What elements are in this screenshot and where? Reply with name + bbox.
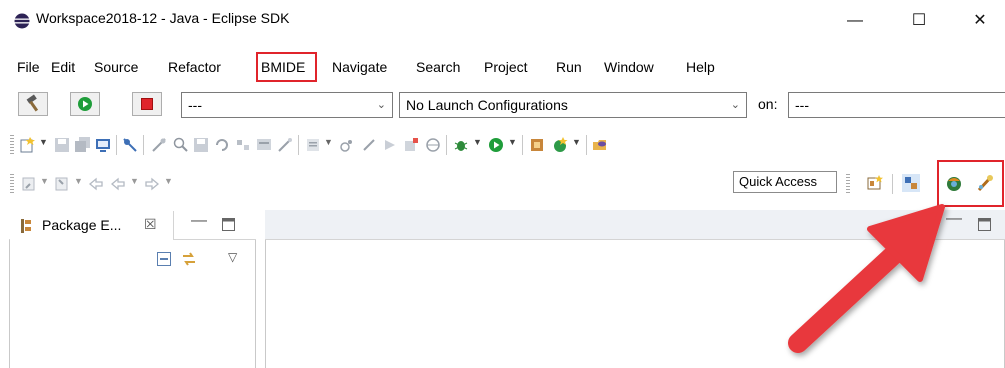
menu-refactor[interactable]: Refactor — [168, 54, 221, 80]
bmide-highlight-box — [256, 52, 317, 82]
console-icon[interactable] — [255, 136, 273, 154]
web-browser-icon[interactable] — [424, 136, 442, 154]
annotation-arrow — [788, 204, 945, 353]
menu-edit[interactable]: Edit — [51, 54, 75, 80]
view-menu-chevron-icon[interactable]: ▽ — [228, 250, 237, 264]
menu-window[interactable]: Window — [604, 54, 654, 80]
toolbar-grip — [10, 135, 14, 155]
debug-dropdown-chevron-icon[interactable]: ▼ — [473, 137, 482, 147]
launch-mode-combo[interactable]: --- ⌄ — [181, 92, 393, 118]
back-arrow-icon[interactable] — [109, 175, 127, 193]
package-explorer-icon — [21, 219, 31, 233]
forward-dropdown-chevron-icon[interactable]: ▼ — [164, 176, 173, 186]
toolbar-separator — [522, 135, 523, 155]
chevron-down-icon: ⌄ — [730, 99, 740, 111]
tools-icon[interactable] — [150, 136, 168, 154]
new-java-class-icon[interactable] — [551, 136, 569, 154]
maximize-view-icon[interactable] — [222, 218, 235, 231]
menu-search[interactable]: Search — [416, 54, 460, 80]
new-project-icon[interactable] — [528, 136, 546, 154]
minimize-button[interactable]: — — [832, 6, 878, 36]
prev-annotation-dropdown-chevron-icon[interactable]: ▼ — [74, 176, 83, 186]
previous-annotation-icon[interactable] — [53, 175, 71, 193]
launch-target-combo[interactable]: --- — [788, 92, 1005, 118]
package-explorer-title: Package E... — [42, 217, 122, 233]
maximize-button[interactable]: ☐ — [896, 6, 942, 36]
refresh-icon[interactable] — [213, 136, 231, 154]
hammer-icon — [26, 94, 39, 112]
skip-breakpoints-icon[interactable] — [121, 136, 139, 154]
menu-source[interactable]: Source — [94, 54, 138, 80]
next-edit-location-icon[interactable] — [20, 175, 38, 193]
debug-icon[interactable] — [452, 136, 470, 154]
launch-target-value: --- — [795, 97, 809, 113]
run-launch-button[interactable] — [70, 92, 100, 116]
next-edit-dropdown-chevron-icon[interactable]: ▼ — [40, 176, 49, 186]
save-icon[interactable] — [53, 136, 71, 154]
new-wizard-icon[interactable] — [19, 136, 37, 154]
toolbar-separator — [892, 174, 893, 194]
wand-icon[interactable] — [276, 136, 294, 154]
toolbar-separator — [116, 135, 117, 155]
annotation-icon[interactable] — [304, 136, 322, 154]
link-icon[interactable] — [338, 136, 356, 154]
run-dropdown-chevron-icon[interactable]: ▼ — [508, 137, 517, 147]
terminal-icon[interactable] — [94, 136, 112, 154]
launch-configuration-combo[interactable]: No Launch Configurations ⌄ — [399, 92, 747, 118]
launch-configuration-value: No Launch Configurations — [406, 97, 568, 113]
build-button[interactable] — [18, 92, 48, 116]
close-tab-icon[interactable]: ☒ — [144, 216, 157, 233]
save-all-icon[interactable] — [74, 136, 92, 154]
annotation-dropdown-chevron-icon[interactable]: ▼ — [324, 137, 333, 147]
toolbar-separator — [586, 135, 587, 155]
java-perspective-icon[interactable] — [902, 174, 920, 192]
main-toolbar: ▼ ▼ ▼ ▼ ▼ — [0, 132, 1005, 158]
open-perspective-icon[interactable] — [866, 174, 884, 192]
new-dropdown-chevron-icon[interactable]: ▼ — [39, 137, 48, 147]
collapse-all-icon[interactable] — [157, 252, 171, 266]
toolbar-grip — [846, 174, 850, 194]
back-dropdown-chevron-icon[interactable]: ▼ — [130, 176, 139, 186]
minimize-view-icon[interactable]: — — [191, 212, 207, 230]
quick-access-field[interactable]: Quick Access — [733, 171, 837, 193]
disk-icon[interactable] — [192, 136, 210, 154]
package-explorer-tab[interactable]: Package E... ☒ — [10, 211, 174, 240]
chevron-down-icon: ⌄ — [376, 99, 386, 111]
stop-icon — [141, 98, 153, 110]
menu-help[interactable]: Help — [686, 54, 715, 80]
last-edit-location-icon[interactable] — [87, 175, 105, 193]
toolbar-separator — [446, 135, 447, 155]
navigation-toolbar: ▼ ▼ ▼ ▼ — [0, 171, 1005, 197]
close-button[interactable]: ✕ — [957, 6, 1003, 36]
toolbar-separator — [143, 135, 144, 155]
stop-launch-button[interactable] — [132, 92, 162, 116]
forward-arrow-icon[interactable] — [143, 175, 161, 193]
open-type-icon[interactable] — [234, 136, 252, 154]
toolbar-separator — [298, 135, 299, 155]
toolbar-grip — [10, 174, 14, 194]
menu-navigate[interactable]: Navigate — [332, 54, 387, 80]
maximize-editor-icon[interactable] — [978, 218, 991, 231]
menu-file[interactable]: File — [17, 54, 40, 80]
window-title: Workspace2018-12 - Java - Eclipse SDK — [36, 10, 290, 26]
next-annotation-icon[interactable] — [381, 136, 399, 154]
menu-run[interactable]: Run — [556, 54, 582, 80]
run-icon[interactable] — [487, 136, 505, 154]
link-with-editor-icon[interactable] — [180, 250, 198, 268]
eclipse-logo-icon — [14, 13, 30, 29]
search-icon[interactable] — [172, 136, 190, 154]
menu-project[interactable]: Project — [484, 54, 528, 80]
run-icon — [78, 97, 92, 111]
launch-mode-value: --- — [188, 97, 202, 113]
open-folder-icon[interactable] — [591, 136, 609, 154]
open-task-icon[interactable] — [402, 136, 420, 154]
pin-icon[interactable] — [360, 136, 378, 154]
new-class-dropdown-chevron-icon[interactable]: ▼ — [572, 137, 581, 147]
launch-target-label: on: — [758, 96, 778, 112]
